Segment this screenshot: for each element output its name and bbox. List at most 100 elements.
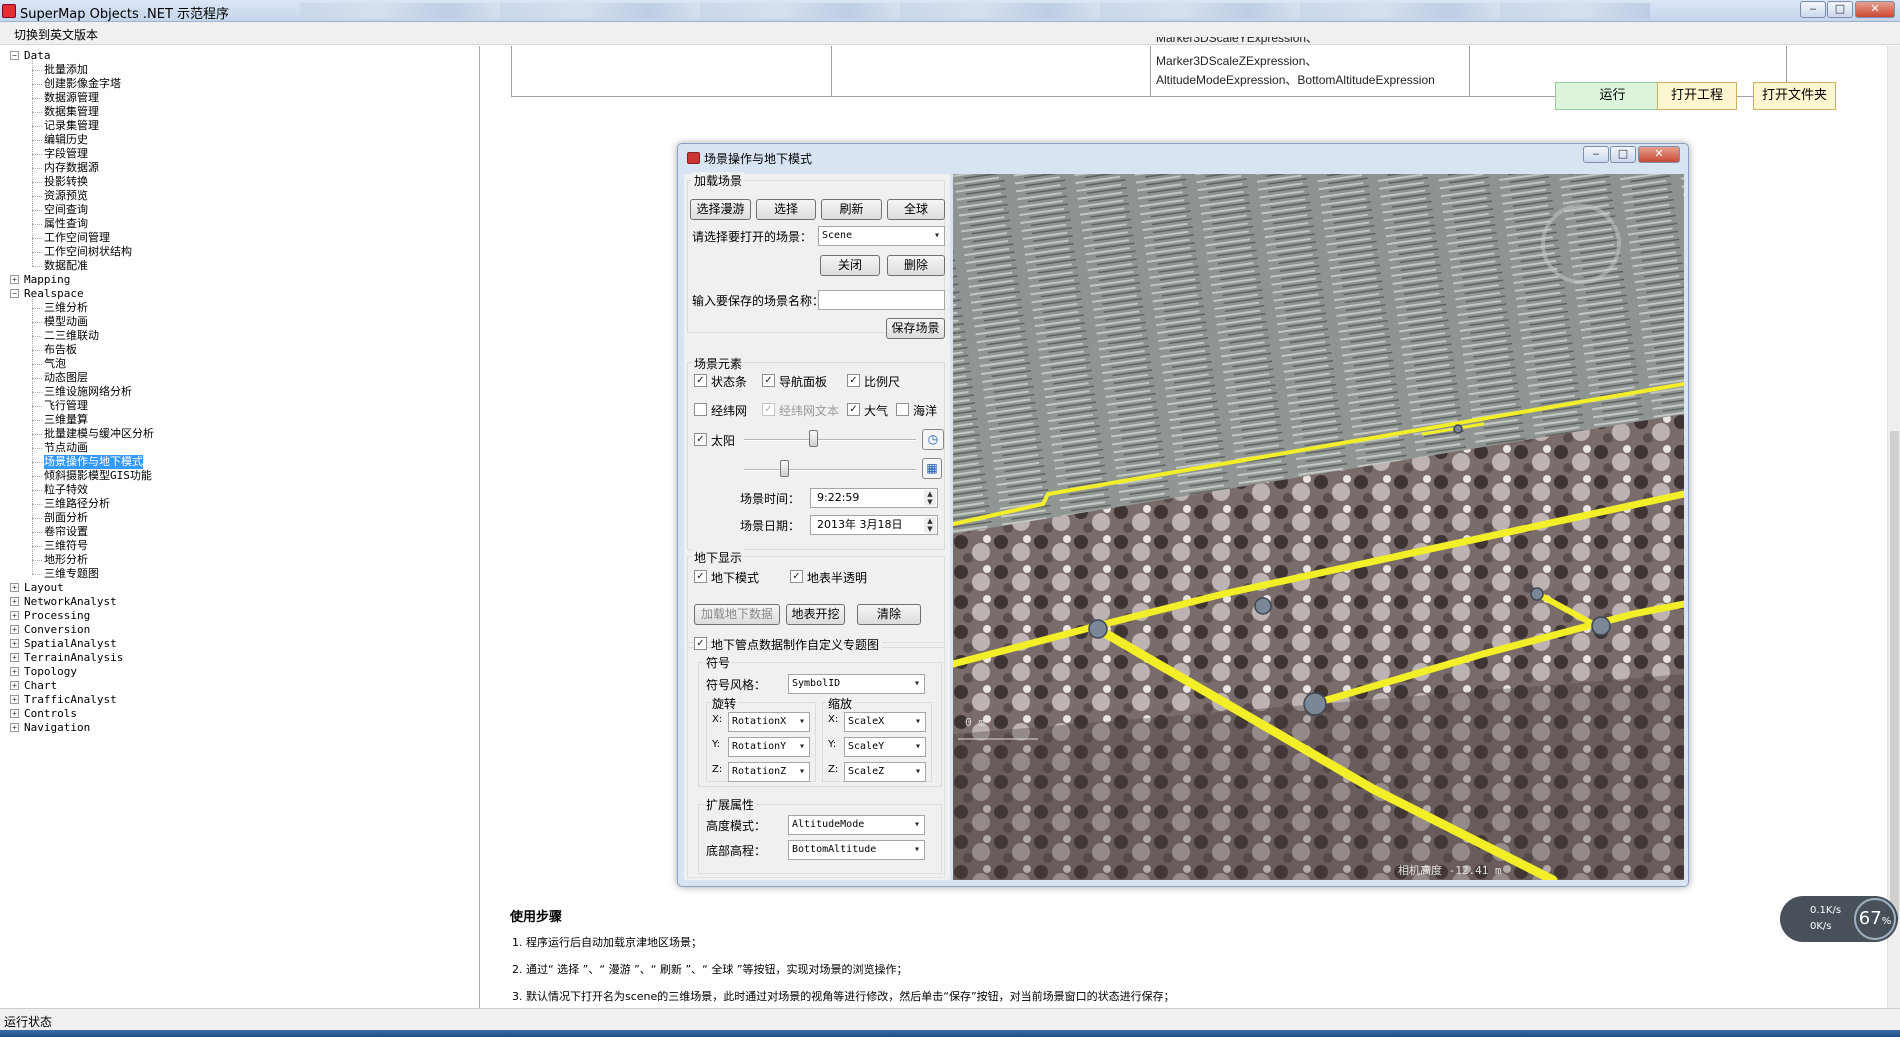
scrollbar-thumb[interactable] [1890, 431, 1899, 921]
expand-icon[interactable]: + [10, 681, 19, 690]
scene-select[interactable]: Scene [818, 226, 945, 246]
tree-item[interactable]: 卷帘设置 [44, 525, 88, 539]
tree-group-data[interactable]: Data [24, 49, 51, 63]
delete-scene-button[interactable]: 删除 [887, 255, 945, 276]
translucent-checkbox[interactable]: ✓ [790, 570, 803, 583]
expand-icon[interactable]: + [10, 695, 19, 704]
tree-item[interactable]: 记录集管理 [44, 119, 99, 133]
tree-item[interactable]: 批量建模与缓冲区分析 [44, 427, 154, 441]
tree-item[interactable]: 气泡 [44, 357, 66, 371]
calendar-icon[interactable]: ▦ [922, 458, 942, 479]
date-slider-track[interactable] [744, 469, 916, 471]
sample-tree[interactable]: Data − 批量添加 创建影像金字塔 数据源管理 数据集管理 记录集管理 编辑历史 字段管理内… [0, 46, 480, 1008]
tree-item[interactable]: 编辑历史 [44, 133, 88, 147]
tree-item[interactable]: 三维设施网络分析 [44, 385, 132, 399]
atmosphere-checkbox[interactable]: ✓ [847, 403, 860, 416]
tree-group-topology[interactable]: Topology [24, 665, 77, 679]
expand-icon[interactable]: + [10, 583, 19, 592]
scene-date-input[interactable]: 2013年 3月18日 ▲ ▼ [810, 515, 938, 535]
tree-item[interactable]: 三维量算 [44, 413, 88, 427]
tree-item[interactable]: 节点动画 [44, 441, 88, 455]
date-spin-icon[interactable]: ▲ ▼ [924, 517, 936, 533]
underground-mode-checkbox[interactable]: ✓ [694, 570, 707, 583]
scene-3d-view[interactable]: 0 m 相机高度 -12.41 m [953, 174, 1684, 880]
clock-icon[interactable]: ◷ [922, 429, 944, 450]
save-name-input[interactable] [818, 290, 945, 310]
refresh-button[interactable]: 刷新 [821, 199, 882, 220]
tree-item[interactable]: 工作空间树状结构 [44, 245, 132, 259]
tree-item[interactable]: 动态图层 [44, 371, 88, 385]
ocean-checkbox[interactable] [896, 403, 909, 416]
scale-z-select[interactable]: ScaleZ [844, 762, 926, 782]
load-underground-data-button[interactable]: 加载地下数据 [694, 604, 780, 625]
altitude-mode-select[interactable]: AltitudeMode [788, 815, 925, 835]
expand-icon[interactable]: + [10, 611, 19, 620]
maximize-button[interactable]: □ [1827, 1, 1853, 18]
date-slider-thumb[interactable] [780, 460, 789, 477]
tree-item[interactable]: 场景操作与地下模式 [44, 455, 143, 469]
tree-item[interactable]: 数据配准 [44, 259, 88, 273]
tree-item[interactable]: 布告板 [44, 343, 77, 357]
excavate-button[interactable]: 地表开挖 [786, 604, 845, 625]
globe-button[interactable]: 全球 [887, 199, 945, 220]
tree-group-networkanalyst[interactable]: NetworkAnalyst [24, 595, 117, 609]
tree-item[interactable]: 属性查询 [44, 217, 88, 231]
tree-group-processing[interactable]: Processing [24, 609, 90, 623]
expand-icon[interactable]: + [10, 625, 19, 634]
tree-item[interactable]: 数据集管理 [44, 105, 99, 119]
scale-x-select[interactable]: ScaleX [844, 712, 926, 732]
rotation-z-select[interactable]: RotationZ [728, 762, 810, 782]
scene-time-input[interactable]: 9:22:59 ▲ ▼ [810, 488, 938, 508]
scale-y-select[interactable]: ScaleY [844, 737, 926, 757]
status-bar-checkbox[interactable]: ✓ [694, 374, 707, 387]
bottom-altitude-select[interactable]: BottomAltitude [788, 840, 925, 860]
graticule-checkbox[interactable] [694, 403, 707, 416]
dialog-maximize-button[interactable]: □ [1610, 146, 1636, 163]
sun-slider-thumb[interactable] [809, 430, 818, 447]
dialog-close-button[interactable]: ✕ [1638, 146, 1680, 163]
expand-icon[interactable]: + [10, 709, 19, 718]
sun-slider-track[interactable] [744, 439, 916, 441]
expand-icon[interactable]: + [10, 667, 19, 676]
dialog-minimize-button[interactable]: ‒ [1583, 146, 1609, 163]
close-button[interactable]: ✕ [1855, 1, 1895, 18]
open-folder-button[interactable]: 打开文件夹 [1753, 82, 1836, 110]
tree-item[interactable]: 模型动画 [44, 315, 88, 329]
tree-item[interactable]: 三维路径分析 [44, 497, 110, 511]
tree-item[interactable]: 二三维联动 [44, 329, 99, 343]
rotation-y-select[interactable]: RotationY [728, 737, 810, 757]
save-scene-button[interactable]: 保存场景 [886, 318, 945, 339]
nav-panel-checkbox[interactable]: ✓ [762, 374, 775, 387]
tree-item[interactable]: 工作空间管理 [44, 231, 110, 245]
document-scrollbar[interactable] [1887, 46, 1900, 1008]
tree-item[interactable]: 空间查询 [44, 203, 88, 217]
open-project-button[interactable]: 打开工程 [1657, 82, 1737, 110]
thematic-checkbox[interactable]: ✓ [694, 637, 707, 650]
tree-item[interactable]: 三维专题图 [44, 567, 99, 581]
tree-item[interactable]: 飞行管理 [44, 399, 88, 413]
rotation-x-select[interactable]: RotationX [728, 712, 810, 732]
expand-icon[interactable]: + [10, 723, 19, 732]
tree-group-conversion[interactable]: Conversion [24, 623, 90, 637]
clear-button[interactable]: 清除 [857, 604, 921, 625]
scale-bar-checkbox[interactable]: ✓ [847, 374, 860, 387]
tree-item[interactable]: 地形分析 [44, 553, 88, 567]
minimize-button[interactable]: ‒ [1800, 1, 1826, 18]
tree-group-trafficanalyst[interactable]: TrafficAnalyst [24, 693, 117, 707]
collapse-icon[interactable]: − [10, 51, 19, 60]
collapse-icon[interactable]: − [10, 289, 19, 298]
tree-group-layout[interactable]: Layout [24, 581, 64, 595]
select-button[interactable]: 选择 [756, 199, 816, 220]
expand-icon[interactable]: + [10, 275, 19, 284]
tree-group-navigation[interactable]: Navigation [24, 721, 90, 735]
pan-select-button[interactable]: 选择漫游 [690, 199, 751, 220]
tree-item[interactable]: 三维符号 [44, 539, 88, 553]
tree-item[interactable]: 内存数据源 [44, 161, 99, 175]
tree-item[interactable]: 字段管理 [44, 147, 88, 161]
tree-group-chart[interactable]: Chart [24, 679, 57, 693]
time-spin-icon[interactable]: ▲ ▼ [924, 490, 936, 506]
tree-item[interactable]: 数据源管理 [44, 91, 99, 105]
symbol-style-select[interactable]: SymbolID [788, 674, 925, 694]
tree-item[interactable]: 粒子特效 [44, 483, 88, 497]
run-button[interactable]: 运行 [1555, 82, 1670, 110]
